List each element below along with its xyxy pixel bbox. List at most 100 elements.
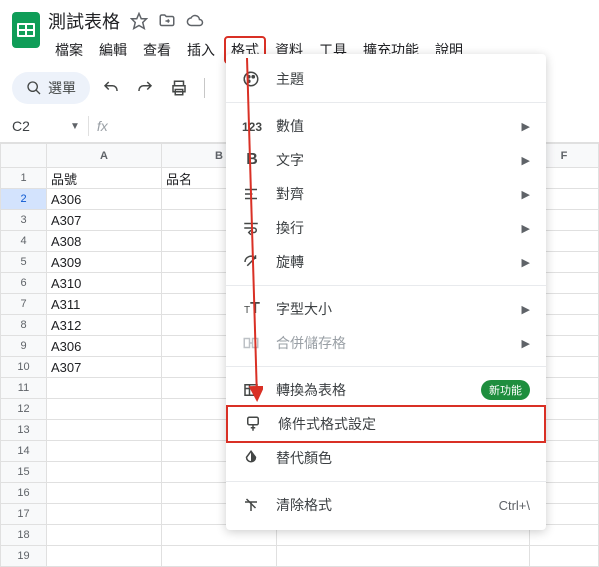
format-menu-rotate[interactable]: 旋轉 ▶ [226, 245, 546, 279]
submenu-arrow-icon: ▶ [522, 222, 530, 235]
row-header[interactable]: 4 [1, 231, 47, 252]
menu-item-label: 旋轉 [276, 252, 304, 272]
cond-icon [244, 415, 264, 433]
menu-item-label: 文字 [276, 150, 304, 170]
select-all-corner[interactable] [1, 144, 47, 168]
cell[interactable]: A306 [47, 189, 162, 210]
cloud-status-icon[interactable] [186, 12, 204, 30]
cell[interactable] [47, 399, 162, 420]
undo-button[interactable] [98, 75, 124, 101]
format-menu-dropdown: 主題123數值▶B文字▶對齊▶換行▶旋轉▶TT字型大小▶合併儲存格▶轉換為表格新… [226, 54, 546, 530]
row-header[interactable]: 11 [1, 378, 47, 399]
row-header[interactable]: 13 [1, 420, 47, 441]
cell[interactable]: A306 [47, 336, 162, 357]
row-header[interactable]: 6 [1, 273, 47, 294]
cell[interactable]: 品號 [47, 168, 162, 189]
cell[interactable]: A311 [47, 294, 162, 315]
format-menu-fontsize[interactable]: TT 字型大小 ▶ [226, 292, 546, 326]
cell[interactable]: A308 [47, 231, 162, 252]
bold-icon: B [242, 151, 262, 169]
row-header[interactable]: 12 [1, 399, 47, 420]
submenu-arrow-icon: ▶ [522, 120, 530, 133]
submenu-arrow-icon: ▶ [522, 337, 530, 350]
menu-item-label: 轉換為表格 [276, 380, 346, 400]
cell[interactable]: A310 [47, 273, 162, 294]
menu-item-label: 條件式格式設定 [278, 414, 376, 434]
row-header[interactable]: 3 [1, 210, 47, 231]
menu-檔案[interactable]: 檔案 [48, 36, 90, 64]
cell[interactable] [162, 546, 277, 567]
cell[interactable] [47, 420, 162, 441]
submenu-arrow-icon: ▶ [522, 256, 530, 269]
row-header[interactable]: 5 [1, 252, 47, 273]
cell[interactable] [47, 462, 162, 483]
format-menu-align[interactable]: 對齊 ▶ [226, 177, 546, 211]
toolbar-divider [204, 78, 205, 98]
submenu-arrow-icon: ▶ [522, 188, 530, 201]
sheets-logo[interactable] [12, 12, 40, 48]
cell-reference[interactable]: C2 [12, 118, 62, 134]
altcolor-icon [242, 449, 262, 467]
print-button[interactable] [166, 75, 192, 101]
menu-查看[interactable]: 查看 [136, 36, 178, 64]
fontsize-icon: TT [242, 300, 262, 318]
row-header[interactable]: 14 [1, 441, 47, 462]
cell[interactable]: A307 [47, 210, 162, 231]
move-folder-icon[interactable] [158, 12, 176, 30]
rotate-icon [242, 253, 262, 271]
row-header[interactable]: 17 [1, 504, 47, 525]
fx-label: fx [97, 118, 108, 134]
format-menu-number[interactable]: 123數值▶ [226, 109, 546, 143]
submenu-arrow-icon: ▶ [522, 154, 530, 167]
menu-item-label: 對齊 [276, 184, 304, 204]
clear-icon [242, 496, 262, 514]
format-menu-clear[interactable]: 清除格式Ctrl+\ [226, 488, 546, 522]
cell[interactable]: A309 [47, 252, 162, 273]
cell[interactable]: A307 [47, 357, 162, 378]
cell[interactable] [47, 525, 162, 546]
row-header[interactable]: 10 [1, 357, 47, 378]
menu-item-label: 清除格式 [276, 495, 332, 515]
theme-icon [242, 70, 262, 88]
row-header[interactable]: 18 [1, 525, 47, 546]
redo-button[interactable] [132, 75, 158, 101]
table-icon [242, 381, 262, 399]
menu-item-label: 換行 [276, 218, 304, 238]
menu-插入[interactable]: 插入 [180, 36, 222, 64]
menu-item-label: 字型大小 [276, 299, 332, 319]
row-header[interactable]: 1 [1, 168, 47, 189]
menu-item-label: 主題 [276, 69, 304, 89]
cell[interactable] [47, 378, 162, 399]
row-header[interactable]: 19 [1, 546, 47, 567]
number-icon: 123 [242, 118, 262, 135]
cell[interactable]: A312 [47, 315, 162, 336]
col-header-a[interactable]: A [47, 144, 162, 168]
format-menu-cond[interactable]: 條件式格式設定 [226, 405, 546, 443]
submenu-arrow-icon: ▶ [522, 303, 530, 316]
row-header[interactable]: 2 [1, 189, 47, 210]
cell[interactable] [47, 546, 162, 567]
cell[interactable] [530, 546, 599, 567]
menu-search-label: 選單 [48, 78, 76, 98]
doc-title[interactable]: 測試表格 [48, 8, 120, 34]
cell[interactable] [47, 483, 162, 504]
menu-search[interactable]: 選單 [12, 72, 90, 104]
format-menu-wrap[interactable]: 換行 ▶ [226, 211, 546, 245]
cell[interactable] [47, 441, 162, 462]
row-header[interactable]: 15 [1, 462, 47, 483]
merge-icon [242, 334, 262, 352]
format-menu-table[interactable]: 轉換為表格新功能 [226, 373, 546, 407]
wrap-icon [242, 219, 262, 237]
row-header[interactable]: 9 [1, 336, 47, 357]
row-header[interactable]: 8 [1, 315, 47, 336]
format-menu-bold[interactable]: B 文字 ▶ [226, 143, 546, 177]
menu-編輯[interactable]: 編輯 [92, 36, 134, 64]
cell-ref-dropdown-icon[interactable]: ▼ [70, 121, 80, 132]
format-menu-altcolor[interactable]: 替代顏色 [226, 441, 546, 475]
star-icon[interactable] [130, 12, 148, 30]
row-header[interactable]: 7 [1, 294, 47, 315]
align-icon [242, 185, 262, 203]
format-menu-theme[interactable]: 主題 [226, 62, 546, 96]
row-header[interactable]: 16 [1, 483, 47, 504]
cell[interactable] [47, 504, 162, 525]
